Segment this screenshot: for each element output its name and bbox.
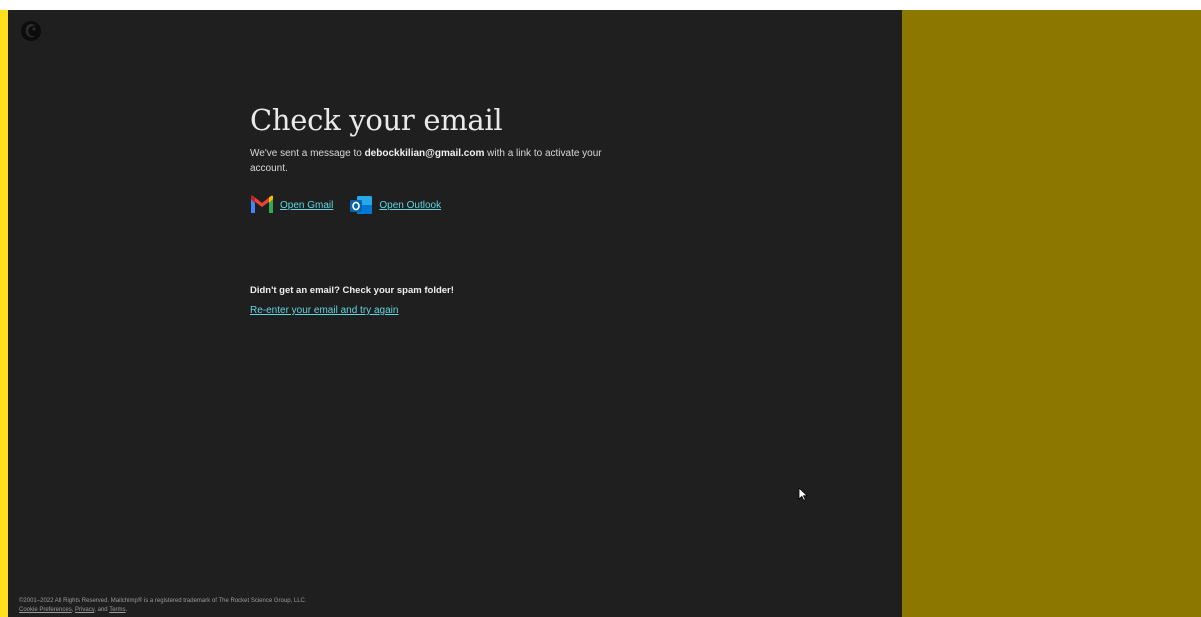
reenter-email-link[interactable]: Re-enter your email and try again [250,305,398,316]
main-panel: Check your email We've sent a message to… [8,10,902,617]
footer-copyright: ©2001–2022 All Rights Reserved. Mailchim… [19,598,307,604]
privacy-link[interactable]: Privacy [75,607,94,613]
confirmation-message: We've sent a message to debockkilian@gma… [250,146,610,176]
footer-links: Cookie Preferences, Privacy, and Terms. [19,606,307,615]
footer-separator-2: , and [94,607,110,613]
terms-link[interactable]: Terms [109,607,125,613]
confirmation-content: Check your email We've sent a message to… [250,102,620,318]
open-outlook-label: Open Outlook [379,199,442,211]
page: Check your email We've sent a message to… [0,10,1201,617]
message-prefix: We've sent a message to [250,148,365,159]
outlook-icon [350,196,373,214]
open-gmail-label: Open Gmail [280,199,334,211]
footer: ©2001–2022 All Rights Reserved. Mailchim… [19,597,307,615]
yellow-accent-edge [0,10,8,617]
open-outlook-link[interactable]: Open Outlook [349,194,441,216]
mail-provider-links: Open Gmail Open Outlook [250,194,620,216]
gmail-icon [251,195,273,213]
open-gmail-link[interactable]: Open Gmail [250,194,333,216]
page-title: Check your email [250,103,503,137]
mouse-cursor-icon [798,487,808,501]
mailchimp-logo-icon[interactable] [18,18,44,44]
spam-note: Didn't get an email? Check your spam fol… [250,285,454,296]
email-address: debockkilian@gmail.com [364,148,485,159]
footer-end: . [125,607,128,613]
side-panel [902,10,1201,617]
cookie-preferences-link[interactable]: Cookie Preferences [19,607,72,613]
